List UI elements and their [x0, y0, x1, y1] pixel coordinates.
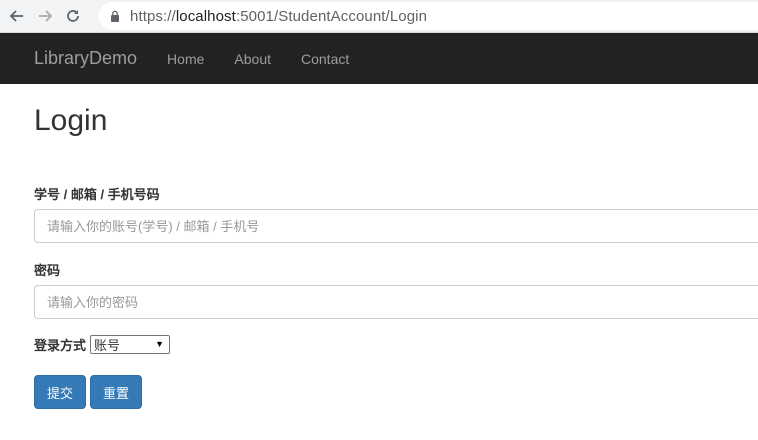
- account-group: 学号 / 邮箱 / 手机号码: [34, 184, 758, 243]
- lock-icon: [111, 10, 119, 22]
- password-label: 密码: [34, 263, 61, 278]
- login-type-select[interactable]: 账号 ▼: [90, 335, 171, 354]
- nav-link-home[interactable]: Home: [167, 51, 204, 67]
- forward-icon[interactable]: [34, 5, 56, 27]
- login-form: 学号 / 邮箱 / 手机号码 密码 登录方式 账号 ▼ 提交 重置: [34, 184, 758, 409]
- page-title: Login: [34, 104, 108, 137]
- back-icon[interactable]: [6, 5, 28, 27]
- navbar: LibraryDemo Home About Contact: [0, 33, 758, 84]
- browser-toolbar: https://localhost:5001/StudentAccount/Lo…: [0, 0, 758, 33]
- navbar-brand[interactable]: LibraryDemo: [34, 48, 137, 69]
- submit-button[interactable]: 提交: [34, 375, 87, 409]
- login-type-row: 登录方式 账号 ▼: [34, 335, 758, 354]
- reset-button[interactable]: 重置: [90, 375, 143, 409]
- login-type-value: 账号: [94, 338, 121, 353]
- password-group: 密码: [34, 260, 758, 319]
- chevron-down-icon: ▼: [155, 339, 165, 349]
- main-content: Login 学号 / 邮箱 / 手机号码 密码 登录方式 账号 ▼ 提交 重置: [0, 104, 758, 409]
- login-type-label: 登录方式: [34, 338, 87, 353]
- button-row: 提交 重置: [34, 375, 758, 409]
- account-input[interactable]: [34, 209, 758, 243]
- address-bar[interactable]: https://localhost:5001/StudentAccount/Lo…: [98, 2, 758, 30]
- password-input[interactable]: [34, 285, 758, 319]
- url-text: https://localhost:5001/StudentAccount/Lo…: [130, 7, 428, 25]
- reload-icon[interactable]: [62, 5, 84, 27]
- nav-link-contact[interactable]: Contact: [301, 51, 349, 67]
- nav-link-about[interactable]: About: [234, 51, 271, 67]
- account-label: 学号 / 邮箱 / 手机号码: [34, 187, 160, 202]
